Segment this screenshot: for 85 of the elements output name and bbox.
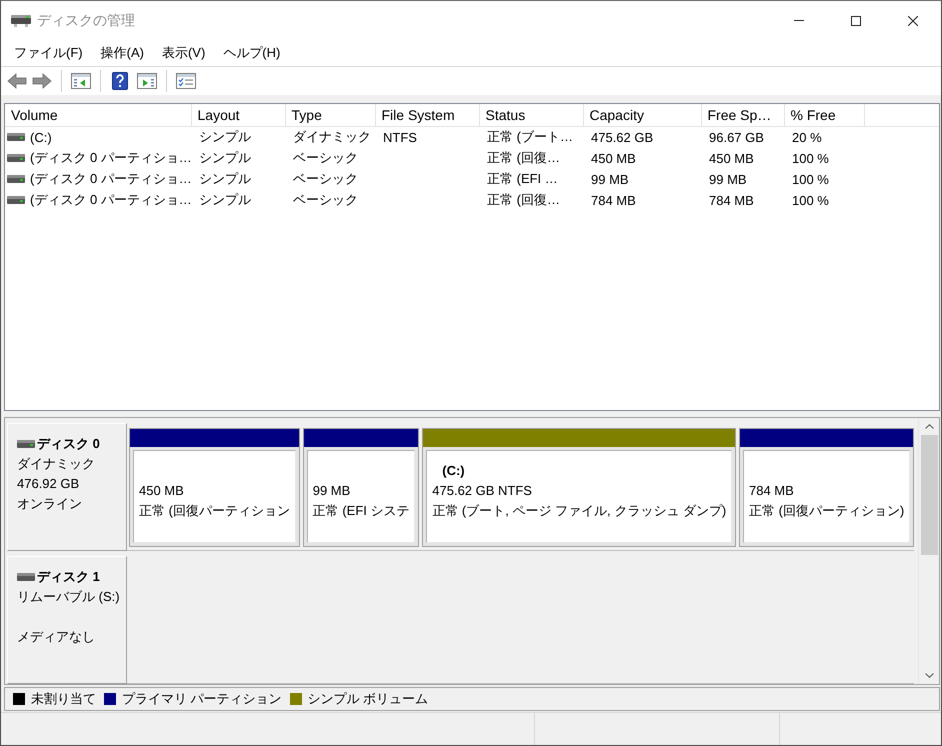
legend-label: シンプル ボリューム xyxy=(308,690,428,708)
drive-icon xyxy=(7,196,25,204)
menu-item[interactable]: 操作(A) xyxy=(92,41,153,65)
disk-type: ダイナミック xyxy=(17,455,96,473)
partition-status: 正常 (回復パーティション) xyxy=(748,502,906,520)
table-cell: 100 % xyxy=(792,172,829,186)
scrollbar-track[interactable] xyxy=(918,418,939,684)
scroll-up-icon[interactable] xyxy=(924,424,934,429)
partition-status: 正常 (ブート, ページ ファイル, クラッシュ ダンプ) xyxy=(432,502,727,520)
partition-size: 450 MB xyxy=(139,482,185,500)
minimize-icon xyxy=(794,20,804,21)
window-title: ディスクの管理 xyxy=(37,12,135,30)
table-cell: 100 % xyxy=(792,150,829,166)
table-cell: 450 MB xyxy=(591,150,636,166)
table-cell: (C:) xyxy=(30,130,52,144)
back-arrow-icon[interactable] xyxy=(7,73,27,89)
disk-name: ディスク 1 xyxy=(37,568,100,586)
help-icon[interactable] xyxy=(112,72,128,90)
partition[interactable]: 784 MB 正常 (回復パーティション) xyxy=(738,428,914,547)
column-header[interactable]: Capacity xyxy=(583,104,701,126)
table-cell: ダイナミック xyxy=(293,129,371,144)
disk-drive-icon xyxy=(11,14,31,26)
partition-size: 475.62 GB NTFS xyxy=(432,482,533,500)
table-cell: ベーシック xyxy=(293,171,358,186)
table-cell: シンプル xyxy=(199,192,251,207)
legend-label: プライマリ パーティション xyxy=(122,690,282,708)
scrollbar-thumb[interactable] xyxy=(920,435,938,555)
column-header[interactable]: Type xyxy=(285,104,375,126)
column-header[interactable]: Volume xyxy=(5,104,191,126)
table-cell: 正常 (EFI … xyxy=(487,171,558,186)
drive-icon xyxy=(7,175,25,183)
disk-type: リムーバブル (S:) xyxy=(17,588,121,606)
disk-label-panel[interactable]: ディスク 1 リムーバブル (S:) メディアなし xyxy=(7,556,127,684)
table-cell: NTFS xyxy=(383,130,417,144)
table-cell: シンプル xyxy=(199,150,251,165)
column-header[interactable]: Layout xyxy=(191,104,285,126)
table-cell: 475.62 GB xyxy=(591,130,654,144)
partition-size: 784 MB xyxy=(748,482,795,500)
table-cell: ベーシック xyxy=(293,192,358,207)
table-cell: ベーシック xyxy=(293,150,358,165)
partition-size: 99 MB xyxy=(312,482,352,500)
column-header[interactable]: Status xyxy=(479,104,583,126)
menu-item[interactable]: ファイル(F) xyxy=(5,41,92,65)
table-cell: 正常 (ブート… xyxy=(487,129,573,144)
drive-icon xyxy=(17,440,35,448)
maximize-icon xyxy=(850,16,860,26)
partition[interactable]: (C:) 475.62 GB NTFS 正常 (ブート, ページ ファイル, クラッシュ ダンプ) xyxy=(422,428,736,547)
partition[interactable]: 450 MB 正常 (回復パーティション xyxy=(129,428,300,547)
menu-item[interactable]: 表示(V) xyxy=(152,41,214,65)
partition-name: (C:) xyxy=(441,462,466,480)
disk-label-panel[interactable]: ディスク 0 ダイナミック 476.92 GB オンライン xyxy=(7,423,127,551)
table-cell: 96.67 GB xyxy=(709,130,764,144)
table-cell: シンプル xyxy=(199,129,251,144)
partition-status: 正常 (EFI システ xyxy=(312,502,410,520)
table-cell: 20 % xyxy=(792,130,822,144)
disk-status: オンライン xyxy=(17,495,83,513)
legend-label: 未割り当て xyxy=(31,690,96,708)
table-cell: (ディスク 0 パーティショ… xyxy=(30,170,191,188)
table-cell: (ディスク 0 パーティショ… xyxy=(30,191,191,209)
table-cell: 99 MB xyxy=(591,172,629,186)
disk-status: メディアなし xyxy=(17,628,96,646)
table-cell: シンプル xyxy=(199,171,251,186)
table-cell: 正常 (回復… xyxy=(487,192,560,207)
column-header[interactable]: % Free xyxy=(784,104,864,126)
table-cell: 450 MB xyxy=(709,150,754,166)
drive-icon xyxy=(7,133,25,141)
forward-arrow-icon[interactable] xyxy=(32,73,52,89)
drive-icon xyxy=(7,154,25,162)
column-header[interactable]: File System xyxy=(375,104,479,126)
partition-status: 正常 (回復パーティション xyxy=(139,502,291,520)
disk-name: ディスク 0 xyxy=(37,435,100,453)
scroll-down-icon[interactable] xyxy=(924,673,934,678)
close-icon xyxy=(908,16,918,26)
column-header[interactable]: Free Sp… xyxy=(701,104,784,126)
partition[interactable]: 99 MB 正常 (EFI システ xyxy=(302,428,420,547)
table-cell: 正常 (回復… xyxy=(487,150,560,165)
menu-item[interactable]: ヘルプ(H) xyxy=(214,41,290,65)
disk-size: 476.92 GB xyxy=(17,475,80,493)
table-cell: 100 % xyxy=(792,192,829,208)
drive-icon xyxy=(17,573,35,581)
table-cell: 784 MB xyxy=(591,192,636,208)
table-cell: (ディスク 0 パーティショ… xyxy=(30,149,191,167)
checklist-window-icon[interactable] xyxy=(176,73,196,89)
table-cell: 784 MB xyxy=(709,192,754,208)
table-cell: 99 MB xyxy=(709,172,747,186)
